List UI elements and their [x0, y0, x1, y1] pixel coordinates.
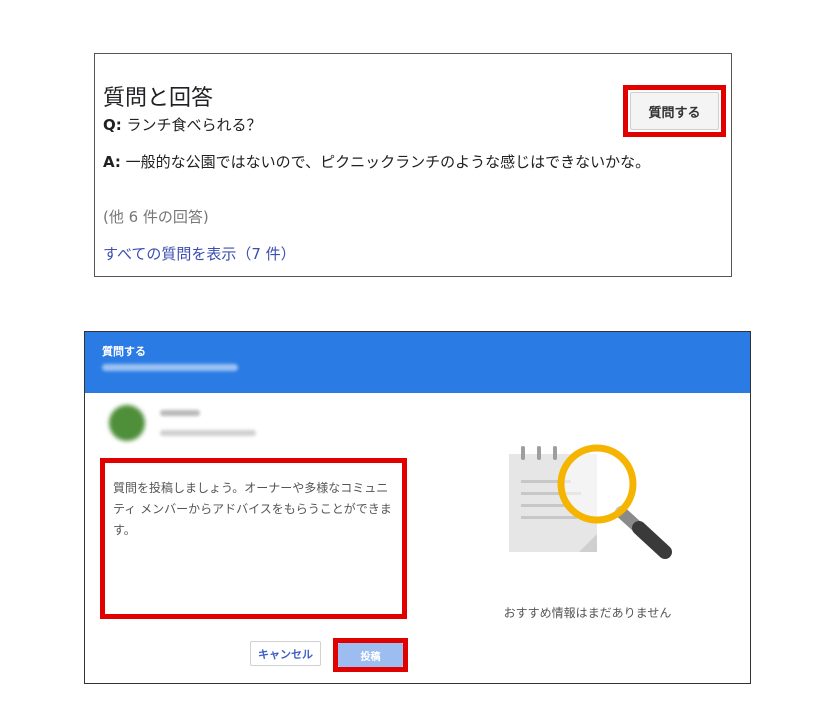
no-recommendations-text: おすすめ情報はまだありません	[503, 606, 672, 620]
qa-answer: A: 一般的な公園ではないので、ピクニックランチのような感じはできないかな。	[103, 151, 713, 173]
ask-question-dialog: 質問する キャンセル 投稿 おすすめ情報はまだありません	[84, 331, 751, 684]
dialog-header: 質問する	[85, 332, 750, 393]
user-name-redacted	[160, 410, 200, 416]
question-text: ランチ食べられる？	[126, 116, 262, 134]
user-info-redacted	[160, 430, 256, 436]
cancel-button[interactable]: キャンセル	[250, 641, 321, 666]
qa-title: 質問と回答	[103, 86, 214, 111]
qa-question: Q: ランチ食べられる？	[103, 114, 262, 135]
qa-card: 質問と回答 Q: ランチ食べられる？ A: 一般的な公園ではないので、ピクニック…	[94, 53, 732, 277]
answer-text: 一般的な公園ではないので、ピクニックランチのような感じはできないかな。	[125, 153, 651, 171]
more-answers-count: (他 6 件の回答)	[103, 208, 209, 226]
magnifying-glass-icon	[509, 444, 672, 559]
ask-question-button[interactable]: 質問する	[630, 92, 719, 130]
user-avatar	[109, 405, 145, 441]
answer-prefix: A:	[103, 153, 121, 171]
question-prefix: Q:	[103, 116, 122, 134]
all-questions-link[interactable]: すべての質問を表示（7 件）	[103, 243, 296, 264]
dialog-subtitle-redacted	[102, 364, 238, 371]
question-input[interactable]	[105, 463, 402, 614]
dialog-title: 質問する	[102, 345, 146, 358]
post-button[interactable]: 投稿	[338, 643, 403, 667]
